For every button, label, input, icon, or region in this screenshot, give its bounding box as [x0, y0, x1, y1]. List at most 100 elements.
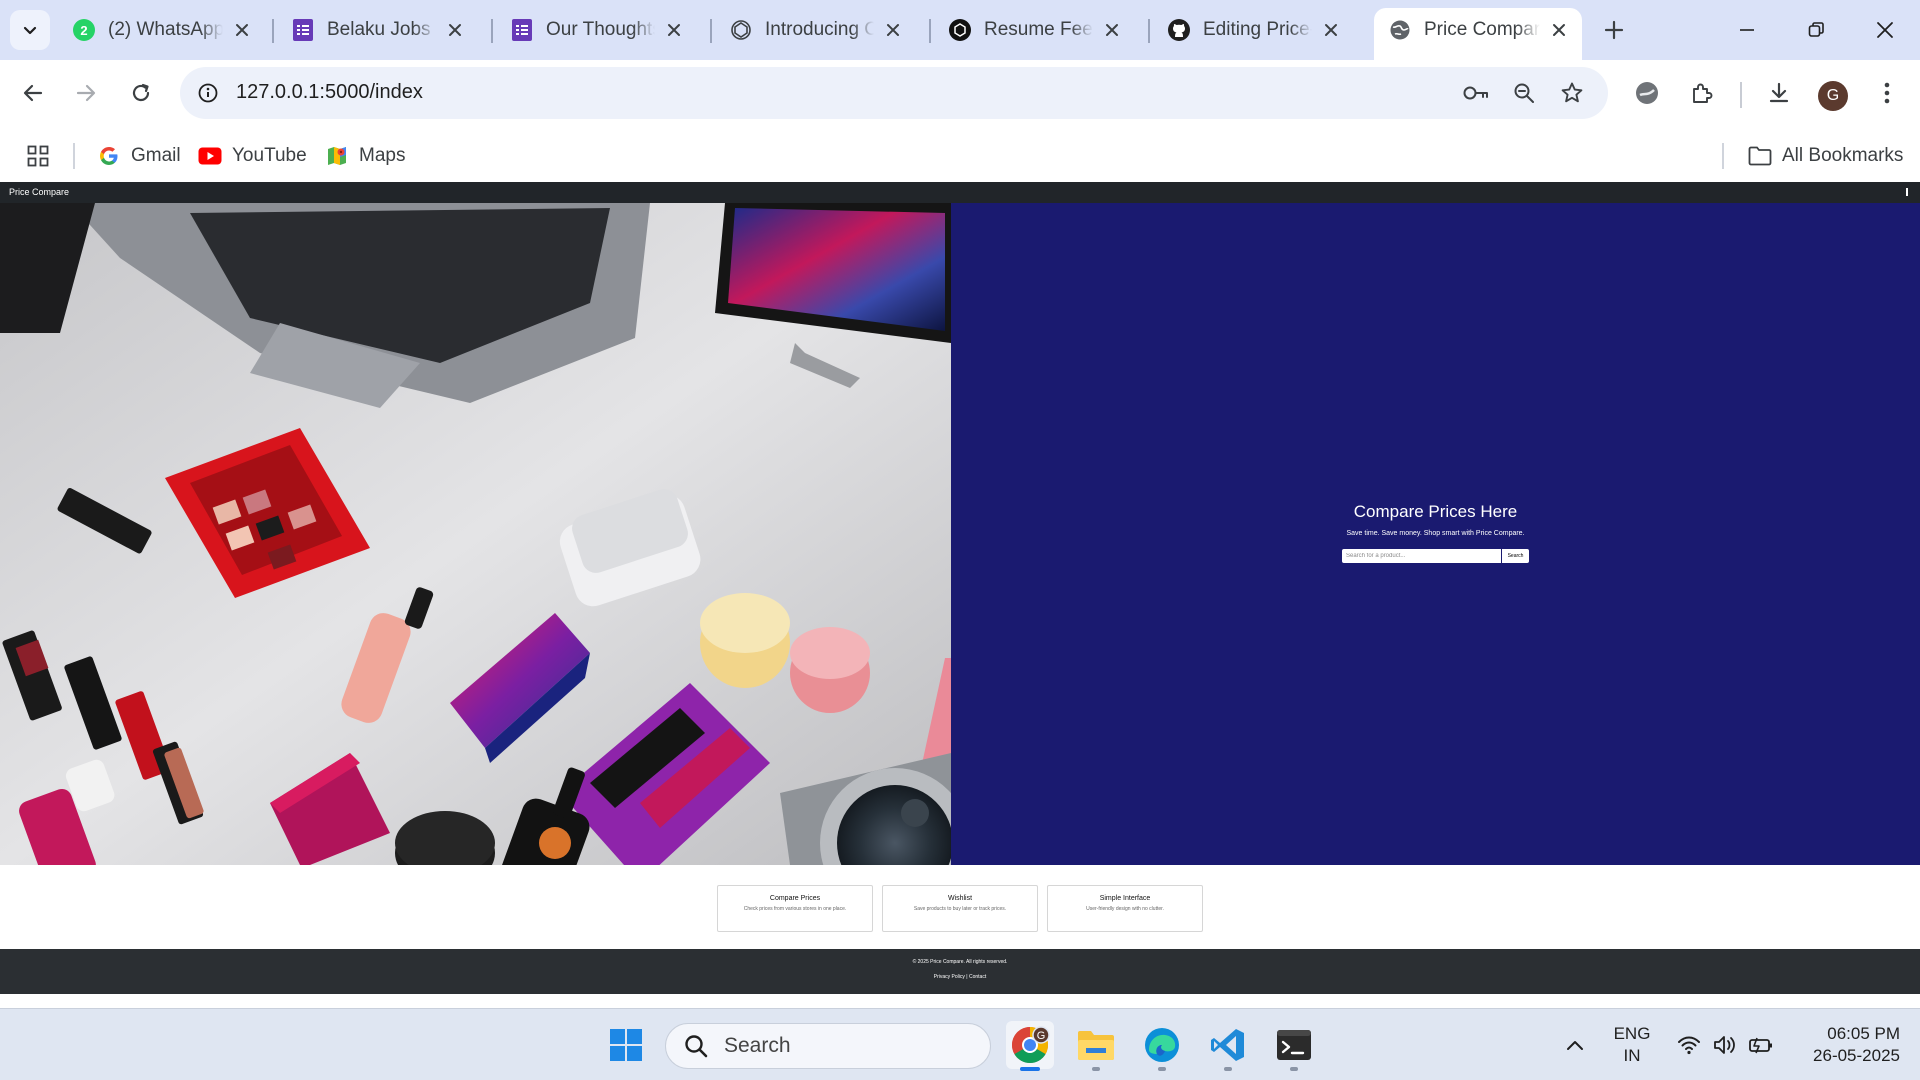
site-brand[interactable]: Price Compare: [9, 187, 69, 197]
wifi-icon[interactable]: [1674, 1009, 1704, 1080]
minimize-button[interactable]: [1724, 8, 1770, 52]
show-hidden-icons-button[interactable]: [1562, 1009, 1588, 1080]
windows-taskbar: Search G ENG IN 06:05 PM 26-05-2025: [0, 1008, 1920, 1080]
password-key-icon[interactable]: [1460, 77, 1492, 109]
hero-panel: Compare Prices Here Save time. Save mone…: [951, 203, 1920, 865]
tab-search-button[interactable]: [10, 10, 50, 50]
tab-separator: [1148, 19, 1150, 43]
file-explorer-icon: [1078, 1031, 1114, 1060]
edge-taskbar-button[interactable]: [1138, 1021, 1186, 1071]
more-menu-icon[interactable]: [1866, 72, 1908, 114]
arrow-left-icon: [23, 84, 43, 102]
restore-button[interactable]: [1793, 8, 1839, 52]
navbar-toggler[interactable]: [1906, 188, 1908, 196]
address-url[interactable]: 127.0.0.1:5000/index: [236, 81, 423, 104]
bookmark-star-icon[interactable]: [1556, 77, 1588, 109]
feature-card-simple: Simple Interface User-friendly design wi…: [1047, 885, 1203, 932]
running-indicator: [1158, 1067, 1166, 1071]
hero-subtitle: Save time. Save money. Shop smart with P…: [1346, 530, 1525, 537]
file-explorer-taskbar-button[interactable]: [1072, 1021, 1120, 1071]
close-tab-icon[interactable]: [663, 19, 685, 41]
globe-icon: [1388, 18, 1412, 42]
feature-title: Simple Interface: [1099, 895, 1151, 902]
footer-copyright: © 2025 Price Compare. All rights reserve…: [912, 959, 1008, 965]
language-indicator[interactable]: ENG IN: [1604, 1023, 1660, 1067]
taskbar-search-box[interactable]: Search: [665, 1023, 991, 1069]
close-tab-icon[interactable]: [1320, 19, 1342, 41]
features-section: Compare Prices Check prices from various…: [0, 865, 1920, 949]
apps-grid-button[interactable]: [26, 139, 60, 173]
whatsapp-icon: 2: [72, 18, 96, 42]
openai-icon: [948, 18, 972, 42]
tab-belaku-jobs[interactable]: Belaku Jobs: [277, 9, 478, 51]
contact-link[interactable]: Contact: [969, 974, 986, 980]
vscode-taskbar-button[interactable]: [1204, 1021, 1252, 1071]
language-region: IN: [1623, 1046, 1641, 1065]
bookmark-maps[interactable]: Maps: [325, 139, 405, 173]
close-tab-icon[interactable]: [444, 19, 466, 41]
tab-price-compare[interactable]: Price Compare: [1374, 8, 1582, 60]
toolbar-separator: [1740, 82, 1742, 108]
terminal-taskbar-button[interactable]: [1270, 1021, 1318, 1071]
all-bookmarks-label: All Bookmarks: [1782, 145, 1904, 166]
bookmark-youtube[interactable]: YouTube: [198, 139, 307, 173]
downloads-icon[interactable]: [1758, 72, 1800, 114]
close-icon: [1877, 22, 1893, 38]
openai-icon: [729, 18, 753, 42]
extensions-puzzle-icon[interactable]: [1681, 72, 1723, 114]
close-window-button[interactable]: [1862, 8, 1908, 52]
product-search-input[interactable]: [1342, 549, 1501, 563]
new-tab-button[interactable]: [1596, 12, 1632, 48]
running-indicator: [1224, 1067, 1232, 1071]
zoom-icon[interactable]: [1508, 77, 1540, 109]
tab-strip: 2 (2) WhatsApp Belaku Jobs Our Thoughts …: [0, 0, 1920, 60]
address-bar[interactable]: 127.0.0.1:5000/index: [180, 67, 1608, 119]
github-icon: [1167, 18, 1191, 42]
site-footer: © 2025 Price Compare. All rights reserve…: [0, 949, 1920, 994]
tab-resume-feedback[interactable]: Resume Feedl: [934, 9, 1135, 51]
minimize-icon: [1740, 29, 1754, 31]
all-bookmarks-button[interactable]: All Bookmarks: [1748, 139, 1903, 173]
tab-title: Price Compare: [1424, 19, 1540, 40]
reload-button[interactable]: [120, 72, 162, 114]
volume-icon[interactable]: [1710, 1009, 1740, 1080]
tab-our-thoughts[interactable]: Our Thoughts: [496, 9, 697, 51]
tab-title: Editing Price-C: [1203, 19, 1312, 40]
windows-logo-icon: [610, 1029, 642, 1061]
apps-grid-icon: [26, 144, 50, 168]
close-tab-icon[interactable]: [231, 19, 253, 41]
profile-avatar[interactable]: G: [1818, 81, 1848, 111]
chevron-down-icon: [23, 26, 37, 35]
bookmark-label: Gmail: [131, 145, 181, 166]
google-icon: [97, 144, 121, 168]
feature-text: Check prices from various stores in one …: [743, 906, 847, 912]
back-button[interactable]: [12, 72, 54, 114]
close-tab-icon[interactable]: [1101, 19, 1123, 41]
search-button[interactable]: Search: [1501, 549, 1529, 563]
tab-separator: [491, 19, 493, 43]
forward-button[interactable]: [65, 72, 107, 114]
bookmark-gmail[interactable]: Gmail: [97, 139, 181, 173]
youtube-icon: [198, 144, 222, 168]
bookmarks-bar: Gmail YouTube Maps All Bookmarks: [0, 131, 1920, 181]
bookmark-separator: [73, 143, 75, 169]
privacy-policy-link[interactable]: Privacy Policy: [934, 974, 965, 980]
close-tab-icon[interactable]: [882, 19, 904, 41]
tab-introducing[interactable]: Introducing Cl: [715, 9, 916, 51]
close-tab-icon[interactable]: [1548, 19, 1570, 41]
system-clock[interactable]: 06:05 PM 26-05-2025: [1790, 1023, 1900, 1067]
forms-icon: [291, 18, 315, 42]
clock-date: 26-05-2025: [1813, 1046, 1900, 1065]
battery-icon[interactable]: [1746, 1009, 1776, 1080]
site-info-icon[interactable]: [192, 77, 224, 109]
tab-separator: [710, 19, 712, 43]
footer-links: Privacy Policy | Contact: [0, 974, 1920, 980]
extension-shield-icon[interactable]: [1626, 72, 1668, 114]
chevron-up-icon: [1567, 1041, 1583, 1050]
start-button[interactable]: [602, 1021, 650, 1069]
chrome-icon: G: [1011, 1026, 1050, 1064]
tab-editing-price[interactable]: Editing Price-C: [1153, 9, 1354, 51]
chrome-taskbar-button[interactable]: G: [1006, 1021, 1054, 1071]
tab-whatsapp[interactable]: 2 (2) WhatsApp: [58, 9, 265, 51]
tab-title: Our Thoughts: [546, 19, 655, 40]
